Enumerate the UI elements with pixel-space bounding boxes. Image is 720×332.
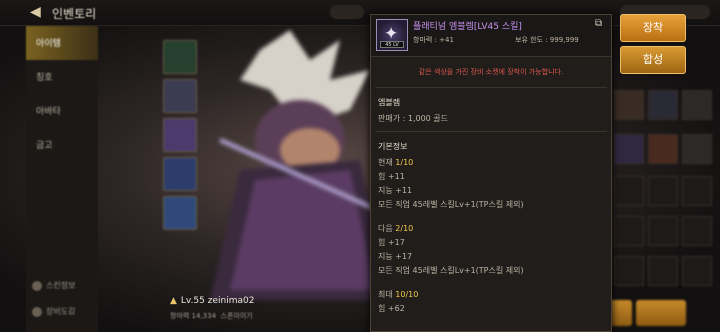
nav-bottom-collection[interactable]: 장비도감	[32, 306, 75, 317]
stat-line: 힘 +11	[378, 172, 405, 181]
item-power: 항마력 : +41	[413, 36, 454, 44]
inventory-cell[interactable]	[648, 134, 678, 164]
block-max-title: 최대 10/10	[378, 290, 419, 299]
item-type: 엠블렘	[378, 98, 401, 107]
back-arrow-icon[interactable]: ◀	[30, 4, 46, 20]
character-marker-icon: ▲	[170, 296, 177, 306]
external-link-icon[interactable]: ⧉	[595, 18, 607, 30]
page-title: 인벤토리	[52, 7, 97, 21]
inventory-cell[interactable]	[614, 134, 644, 164]
skin-icon	[32, 280, 42, 291]
inventory-cell[interactable]	[648, 176, 678, 206]
currency-badge	[330, 5, 364, 19]
item-name: 플래티넘 엠블렘[LV45 스킬]	[413, 22, 522, 32]
inventory-cell[interactable]	[682, 134, 712, 164]
inventory-cell[interactable]	[614, 256, 644, 286]
bottom-craft-button[interactable]	[636, 300, 686, 326]
inventory-cell[interactable]	[682, 176, 712, 206]
inventory-cell[interactable]	[682, 256, 712, 286]
socket-warning: 같은 색상을 가진 장비 소켓에 장착이 가능합니다.	[418, 68, 564, 76]
block-current-title: 현재 1/10	[378, 158, 414, 167]
basic-info-title: 기본정보	[378, 142, 408, 151]
top-bar: ◀ 인벤토리	[0, 0, 720, 26]
side-nav: 아이템 칭호 아바타 금고 스킨정보 장비도감	[26, 26, 98, 332]
tooltip-header: ✦ 45 LV 플래티넘 엠블렘[LV45 스킬] ⧉ 항마력 : +41 보유…	[371, 15, 611, 57]
equipment-slot[interactable]	[163, 40, 197, 74]
stat-line: 지능 +11	[378, 186, 413, 195]
inventory-cell[interactable]	[614, 216, 644, 246]
inventory-cell[interactable]	[614, 90, 644, 120]
equipment-slot[interactable]	[163, 196, 197, 230]
nav-item-avatar[interactable]: 아바타	[26, 94, 98, 128]
item-icon: ✦ 45 LV	[376, 19, 408, 51]
inventory-cell[interactable]	[682, 216, 712, 246]
item-price: 판매가 : 1,000 골드	[378, 114, 449, 123]
equip-button[interactable]: 장착	[620, 14, 686, 42]
collection-icon	[32, 306, 42, 317]
stat-line: 모든 직업 45레벨 스킬Lv+1(TP스킬 제외)	[378, 200, 524, 209]
inventory-cell[interactable]	[614, 176, 644, 206]
stat-line: 모든 직업 45레벨 스킬Lv+1(TP스킬 제외)	[378, 266, 524, 275]
stat-line: 지능 +17	[378, 252, 413, 261]
item-owned-limit: 보유 한도 : 999,999	[515, 36, 579, 44]
craft-button[interactable]: 합성	[620, 46, 686, 74]
equipment-slot[interactable]	[163, 157, 197, 191]
character-level-name: ▲ Lv.55 zeinima02	[170, 296, 255, 306]
item-tooltip: ✦ 45 LV 플래티넘 엠블렘[LV45 스킬] ⧉ 항마력 : +41 보유…	[370, 14, 612, 332]
stat-line: 힘 +17	[378, 238, 405, 247]
nav-item-items[interactable]: 아이템	[26, 26, 98, 60]
inventory-cell[interactable]	[648, 216, 678, 246]
nav-item-storage[interactable]: 금고	[26, 128, 98, 162]
equipment-slot[interactable]	[163, 118, 197, 152]
inventory-cell[interactable]	[648, 256, 678, 286]
stat-line: 힘 +62	[378, 304, 405, 313]
equipment-slot[interactable]	[163, 79, 197, 113]
nav-item-titles[interactable]: 칭호	[26, 60, 98, 94]
character-sub-info: 항마력 14,334 스폰아이기	[170, 312, 253, 320]
divider	[375, 87, 607, 88]
nav-bottom-skin[interactable]: 스킨정보	[32, 280, 75, 291]
block-next-title: 다음 2/10	[378, 224, 414, 233]
item-level-badge: 45 LV	[380, 41, 404, 48]
inventory-cell[interactable]	[682, 90, 712, 120]
divider	[375, 131, 607, 132]
inventory-cell[interactable]	[648, 90, 678, 120]
